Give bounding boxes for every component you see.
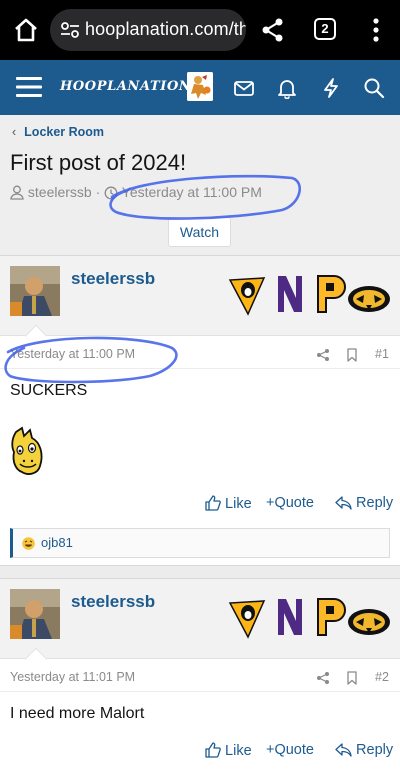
- share-icon[interactable]: [316, 671, 330, 685]
- team-logos: [228, 275, 390, 316]
- quote-label[interactable]: Quote: [274, 495, 314, 511]
- site-name[interactable]: HOOPLANATION: [60, 79, 191, 94]
- tabs-icon[interactable]: 2: [314, 18, 336, 40]
- clock-icon: [104, 186, 118, 200]
- quote-button[interactable]: +Quote: [266, 742, 314, 758]
- avatar[interactable]: [10, 266, 60, 316]
- quote-button[interactable]: +Quote: [266, 495, 314, 511]
- post-user-bar: steelerssb: [0, 256, 400, 336]
- browser-toolbar: hooplanation.com/th 2: [0, 0, 400, 60]
- thread-title: First post of 2024!: [10, 150, 187, 175]
- thread-date[interactable]: Yesterday at 11:00 PM: [122, 184, 262, 200]
- penguins-logo-icon: [228, 600, 266, 639]
- post-body: I need more Malort: [10, 705, 145, 722]
- post-body: SUCKERS: [10, 382, 88, 399]
- more-menu-icon[interactable]: [366, 16, 386, 44]
- post-number[interactable]: #1: [375, 347, 389, 361]
- site-header: HOOPLANATION: [0, 60, 400, 115]
- site-settings-icon[interactable]: [60, 21, 80, 39]
- avatar[interactable]: [10, 589, 60, 639]
- search-icon[interactable]: [363, 77, 385, 99]
- post-2: steelerssb Yesterday at 11:01 PM #2 I ne…: [0, 578, 400, 781]
- missouri-tiger-logo-icon: [348, 286, 390, 312]
- reactions-bar[interactable]: ojb81: [10, 528, 390, 558]
- post-divider: [0, 368, 400, 369]
- share-icon[interactable]: [316, 348, 330, 362]
- pirates-logo-icon: [317, 598, 346, 636]
- home-icon[interactable]: [12, 16, 40, 44]
- share-icon[interactable]: [260, 17, 286, 43]
- reply-label[interactable]: Reply: [356, 742, 393, 758]
- reply-icon: [335, 496, 352, 510]
- breadcrumb[interactable]: ‹ Locker Room: [12, 125, 104, 139]
- site-logo[interactable]: [187, 72, 213, 101]
- penguins-logo-icon: [228, 277, 266, 316]
- reply-label[interactable]: Reply: [356, 495, 393, 511]
- like-button[interactable]: Like: [205, 495, 252, 512]
- like-label[interactable]: Like: [225, 743, 252, 759]
- thread-header: ‹ Locker Room First post of 2024! steeler…: [0, 115, 400, 255]
- northwestern-logo-icon: [278, 599, 302, 635]
- hamburger-icon[interactable]: [16, 76, 42, 98]
- post-number[interactable]: #2: [375, 670, 389, 684]
- reply-button[interactable]: Reply: [335, 495, 393, 511]
- post-user-bar: steelerssb: [0, 579, 400, 659]
- thumbs-up-icon: [205, 495, 221, 511]
- post-author[interactable]: steelerssb: [71, 269, 155, 289]
- bookmark-icon[interactable]: [345, 671, 359, 685]
- user-icon: [10, 185, 24, 200]
- pirates-logo-icon: [317, 275, 346, 313]
- thread-author[interactable]: steelerssb: [28, 184, 92, 200]
- horse-emoji: [11, 426, 43, 475]
- post-divider: [0, 691, 400, 692]
- chevron-left-icon: ‹: [12, 125, 17, 139]
- reply-icon: [335, 743, 352, 757]
- laugh-reaction-icon: [22, 537, 35, 550]
- mail-icon[interactable]: [233, 77, 255, 99]
- missouri-tiger-logo-icon: [348, 609, 390, 635]
- reply-button[interactable]: Reply: [335, 742, 393, 758]
- bookmark-icon[interactable]: [345, 348, 359, 362]
- meta-separator: ·: [95, 184, 101, 200]
- thumbs-up-icon: [205, 742, 221, 758]
- breadcrumb-link[interactable]: Locker Room: [24, 125, 104, 139]
- post-time[interactable]: Yesterday at 11:00 PM: [10, 347, 135, 361]
- bell-icon[interactable]: [276, 77, 298, 99]
- thread-meta: steelerssb · Yesterday at 11:00 PM: [10, 184, 262, 200]
- reaction-user[interactable]: ojb81: [41, 535, 73, 550]
- team-logos: [228, 598, 390, 639]
- post-1: steelerssb Yesterday at 11:00 PM #1 SUCK…: [0, 255, 400, 566]
- post-author[interactable]: steelerssb: [71, 592, 155, 612]
- like-button[interactable]: Like: [205, 742, 252, 759]
- post-time[interactable]: Yesterday at 11:01 PM: [10, 670, 135, 684]
- northwestern-logo-icon: [278, 276, 302, 312]
- watch-button[interactable]: Watch: [168, 217, 231, 247]
- quote-label[interactable]: Quote: [274, 742, 314, 758]
- url-text[interactable]: hooplanation.com/th: [85, 19, 246, 40]
- bolt-icon[interactable]: [320, 77, 342, 99]
- like-label[interactable]: Like: [225, 496, 252, 512]
- address-bar[interactable]: hooplanation.com/th: [50, 9, 246, 51]
